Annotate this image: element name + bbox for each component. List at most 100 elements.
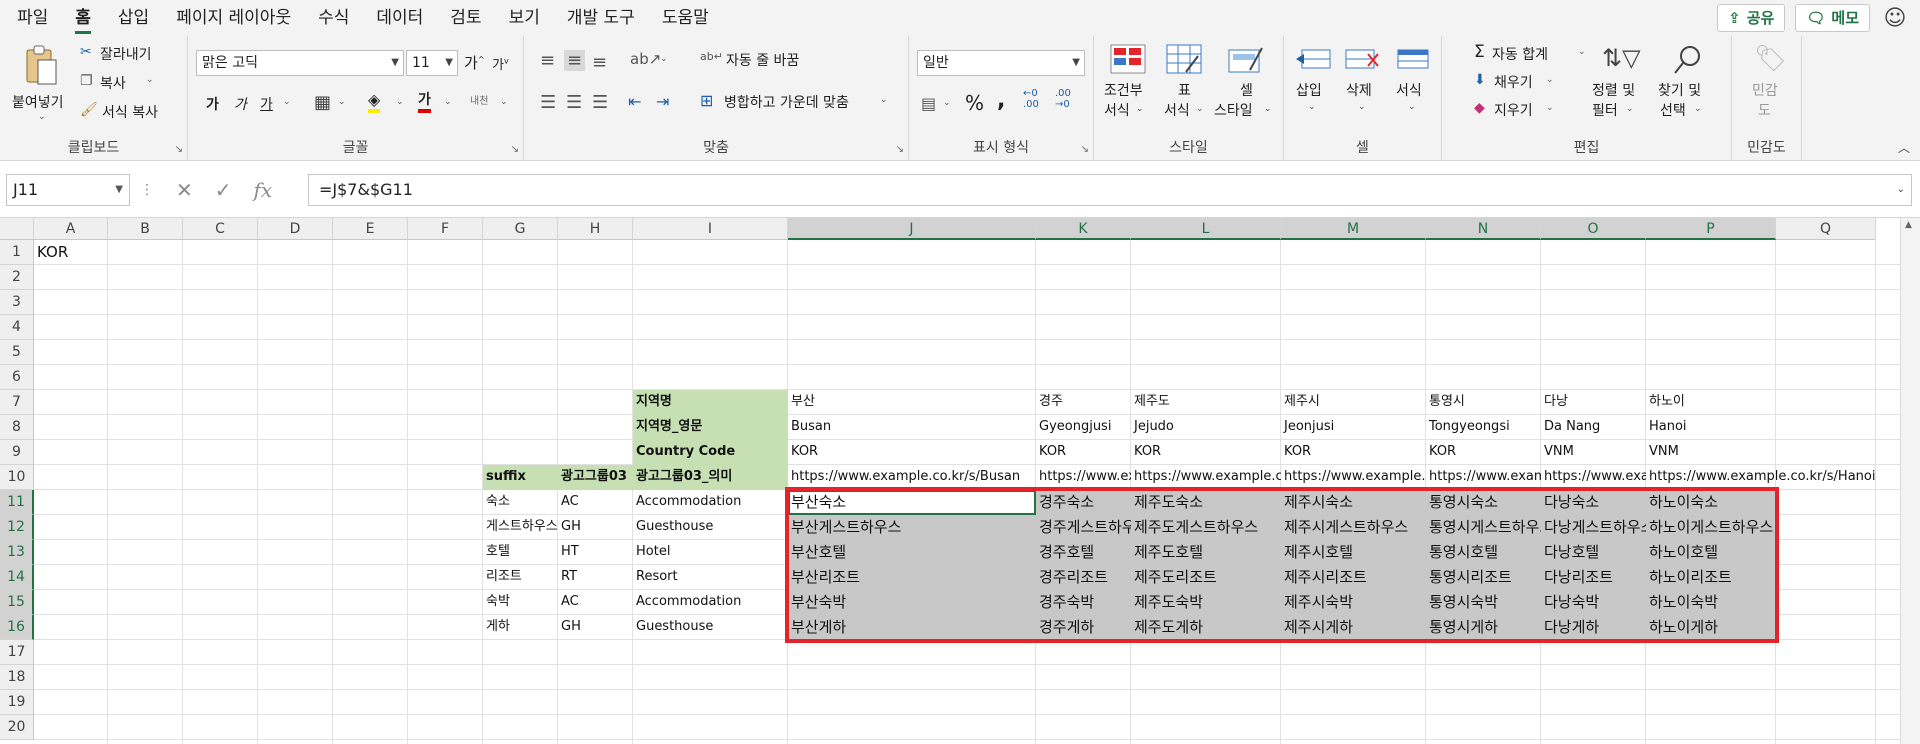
align-left-icon[interactable]: ☰ (540, 92, 556, 113)
cell-styles-button[interactable]: 셀 스타일 ⌄ (1212, 44, 1278, 134)
menu-tab-0[interactable]: 파일 (0, 0, 58, 36)
accounting-format-icon[interactable]: ▤ (921, 94, 936, 113)
region-en-J[interactable]: Busan (788, 415, 1036, 440)
result-cell-O11[interactable]: 다낭숙소 (1541, 490, 1646, 515)
scroll-up-icon[interactable]: ▲ (1905, 220, 1912, 230)
orientation-icon[interactable]: ab↗ (630, 50, 661, 68)
result-cell-M15[interactable]: 제주시숙박 (1281, 590, 1426, 615)
country-code-K[interactable]: KOR (1036, 440, 1131, 465)
row-header-2[interactable]: 2 (0, 265, 34, 290)
result-cell-J16[interactable]: 부산게하 (788, 615, 1036, 640)
country-code-O[interactable]: VNM (1541, 440, 1646, 465)
menu-tab-3[interactable]: 페이지 레이아웃 (159, 0, 301, 36)
font-color-dropdown-icon[interactable]: ⌄ (444, 97, 452, 107)
country-code-L[interactable]: KOR (1131, 440, 1281, 465)
row-header-17[interactable]: 17 (0, 640, 34, 665)
result-cell-L13[interactable]: 제주도호텔 (1131, 540, 1281, 565)
region-en-M[interactable]: Jeonjusi (1281, 415, 1426, 440)
row-header-5[interactable]: 5 (0, 340, 34, 365)
fill-button[interactable]: ⬇ 채우기 ⌄ (1474, 72, 1574, 94)
result-cell-N16[interactable]: 통영시게하 (1426, 615, 1541, 640)
font-launcher-icon[interactable]: ↘ (511, 144, 519, 155)
number-format-combo[interactable]: 일반 ▼ (917, 50, 1085, 76)
merge-center-button[interactable]: ⊞ 병합하고 가운데 맞춤 ⌄ (700, 91, 900, 116)
phonetic-guide-button[interactable]: 내천 (470, 92, 488, 107)
region-url-N[interactable]: https://www.example.co.kr/s/Tongyeongsi (1426, 465, 1541, 490)
row-header-15[interactable]: 15 (0, 590, 34, 615)
country-code-M[interactable]: KOR (1281, 440, 1426, 465)
result-cell-K12[interactable]: 경주게스트하우스 (1036, 515, 1131, 540)
region-en-N[interactable]: Tongyeongsi (1426, 415, 1541, 440)
column-header-O[interactable]: O (1541, 218, 1646, 240)
format-cells-button[interactable]: 서식 ⌄ (1390, 44, 1436, 134)
feedback-smiley-icon[interactable]: ☺ (1880, 6, 1910, 31)
suffix-13[interactable]: 호텔 (483, 540, 558, 565)
font-name-combo[interactable]: 맑은 고딕 ▼ (196, 50, 404, 76)
adgroup-meaning-14[interactable]: Resort (633, 565, 788, 590)
alignment-launcher-icon[interactable]: ↘ (896, 144, 904, 155)
more-options-icon[interactable]: ⋮ (140, 182, 154, 198)
clear-button[interactable]: ◆ 지우기 ⌄ (1474, 100, 1574, 122)
region-url-L[interactable]: https://www.example.co.kr/s/Jejudo (1131, 465, 1281, 490)
autosum-button[interactable]: Σ 자동 합계 ⌄ (1474, 42, 1594, 66)
find-select-button[interactable]: 찾기 및 선택 ⌄ (1654, 44, 1724, 134)
orientation-dropdown-icon[interactable]: ⌄ (660, 54, 668, 64)
adgroup-code-14[interactable]: RT (558, 565, 633, 590)
borders-dropdown-icon[interactable]: ⌄ (338, 97, 346, 107)
cut-button[interactable]: ✂ 잘라내기 (80, 44, 180, 66)
underline-dropdown-icon[interactable]: ⌄ (283, 97, 291, 107)
row-header-16[interactable]: 16 (0, 615, 34, 640)
result-cell-K13[interactable]: 경주호텔 (1036, 540, 1131, 565)
expand-formula-icon[interactable]: ⌄ (1897, 175, 1905, 205)
column-header-N[interactable]: N (1426, 218, 1541, 240)
region-url-P[interactable]: https://www.example.co.kr/s/Hanoi (1646, 465, 1875, 490)
insert-function-icon[interactable]: fx (254, 178, 273, 202)
header-region-en[interactable]: 지역명_영문 (633, 415, 788, 440)
result-cell-P16[interactable]: 하노이게하 (1646, 615, 1776, 640)
column-header-P[interactable]: P (1646, 218, 1776, 240)
column-header-L[interactable]: L (1131, 218, 1281, 240)
shrink-font-icon[interactable]: 가v (492, 54, 509, 73)
menu-tab-9[interactable]: 도움말 (645, 0, 719, 36)
column-header-A[interactable]: A (34, 218, 108, 240)
collapse-ribbon-icon[interactable]: ︿ (1898, 139, 1910, 156)
region-en-K[interactable]: Gyeongjusi (1036, 415, 1131, 440)
region-url-J[interactable]: https://www.example.co.kr/s/Busan (788, 465, 1036, 490)
vertical-scrollbar[interactable]: ▲ (1900, 218, 1920, 744)
menu-tab-5[interactable]: 데이터 (359, 0, 433, 36)
row-header-8[interactable]: 8 (0, 415, 34, 440)
result-cell-K15[interactable]: 경주숙박 (1036, 590, 1131, 615)
region-name-N[interactable]: 통영시 (1426, 390, 1541, 415)
align-top-icon[interactable]: ≡ (540, 50, 555, 71)
row-header-20[interactable]: 20 (0, 715, 34, 740)
country-code-P[interactable]: VNM (1646, 440, 1776, 465)
result-cell-K16[interactable]: 경주게하 (1036, 615, 1131, 640)
column-header-I[interactable]: I (633, 218, 788, 240)
result-cell-O15[interactable]: 다낭숙박 (1541, 590, 1646, 615)
accounting-dropdown-icon[interactable]: ⌄ (943, 98, 951, 108)
row-header-18[interactable]: 18 (0, 665, 34, 690)
column-header-Q[interactable]: Q (1776, 218, 1876, 240)
row-header-9[interactable]: 9 (0, 440, 34, 465)
suffix-14[interactable]: 리조트 (483, 565, 558, 590)
result-cell-M12[interactable]: 제주시게스트하우스 (1281, 515, 1426, 540)
result-cell-K11[interactable]: 경주숙소 (1036, 490, 1131, 515)
align-bottom-icon[interactable]: ≡ (592, 52, 607, 73)
result-cell-P13[interactable]: 하노이호텔 (1646, 540, 1776, 565)
result-cell-P11[interactable]: 하노이숙소 (1646, 490, 1776, 515)
adgroup-meaning-16[interactable]: Guesthouse (633, 615, 788, 640)
header-adgroup-meaning[interactable]: 광고그룹03_의미 (633, 465, 788, 490)
menu-tab-7[interactable]: 보기 (492, 0, 550, 36)
result-cell-N15[interactable]: 통영시숙박 (1426, 590, 1541, 615)
column-header-F[interactable]: F (408, 218, 483, 240)
worksheet-grid[interactable]: ▲ A B C D E F G H I J K L M N O P Q 1 2 3 4 5 6 7 8 9 10 11 12 13 14 15… (0, 218, 1920, 744)
menu-tab-4[interactable]: 수식 (301, 0, 359, 36)
header-suffix[interactable]: suffix (483, 465, 558, 490)
row-header-19[interactable]: 19 (0, 690, 34, 715)
align-right-icon[interactable]: ☰ (592, 92, 608, 113)
row-header-6[interactable]: 6 (0, 365, 34, 390)
result-cell-L11[interactable]: 제주도숙소 (1131, 490, 1281, 515)
region-en-O[interactable]: Da Nang (1541, 415, 1646, 440)
result-cell-M16[interactable]: 제주시게하 (1281, 615, 1426, 640)
region-name-L[interactable]: 제주도 (1131, 390, 1281, 415)
